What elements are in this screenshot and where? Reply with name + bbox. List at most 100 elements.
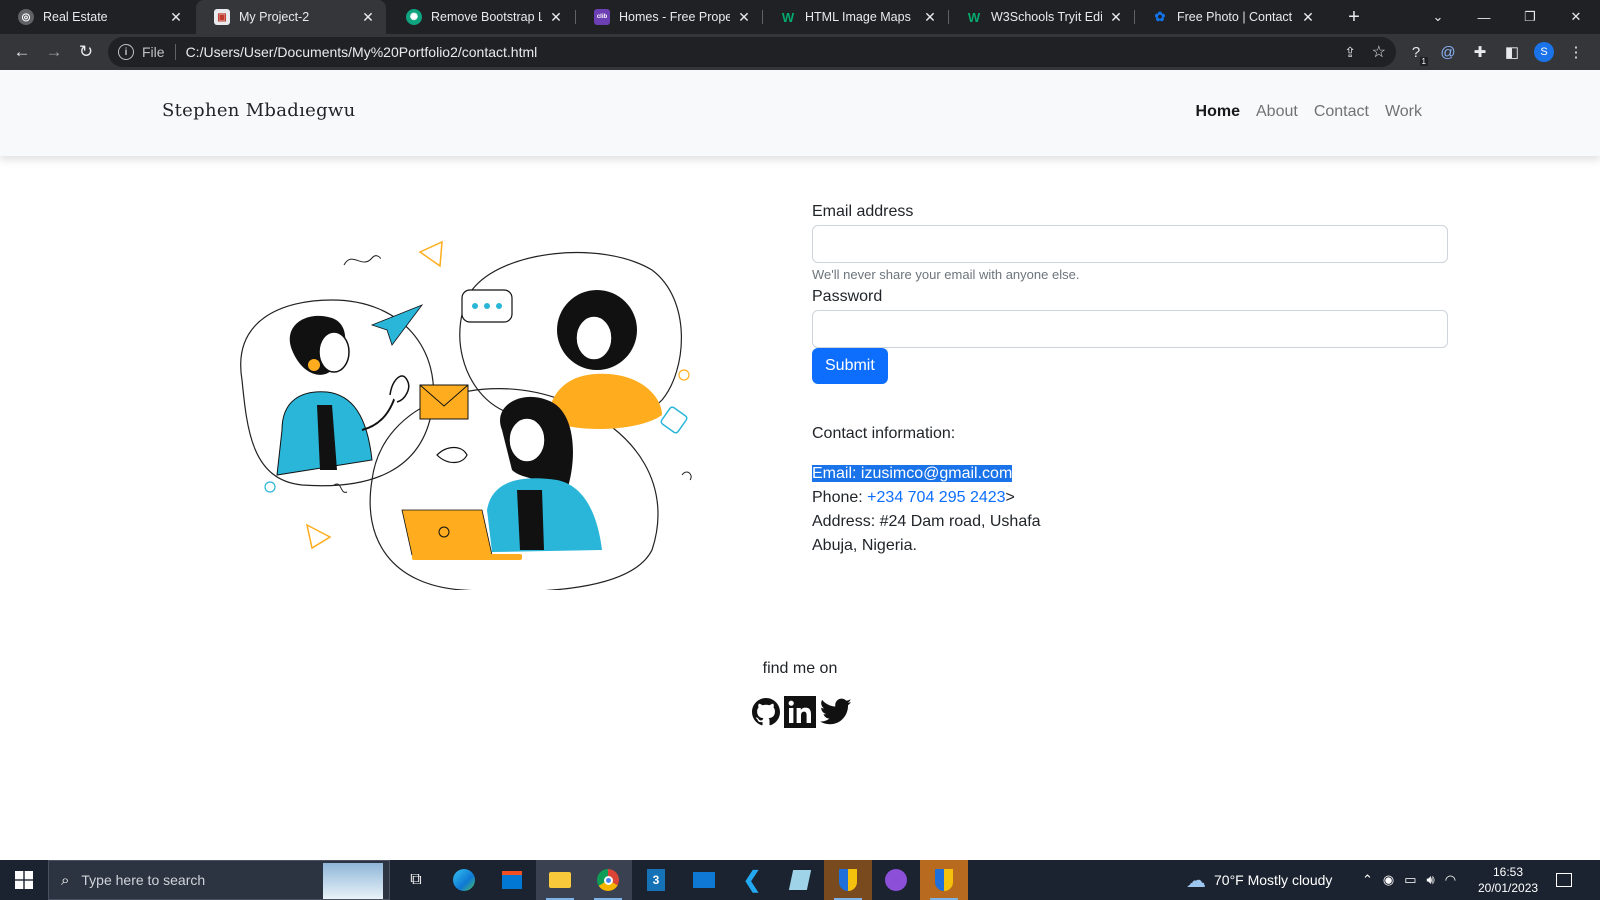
contact-heading: Contact information: — [812, 425, 956, 442]
restore-button[interactable]: ❐ — [1508, 0, 1552, 34]
close-icon[interactable]: ✕ — [1108, 9, 1124, 25]
share-icon[interactable]: ⇪ — [1344, 44, 1356, 61]
left-woman-earring — [308, 359, 320, 371]
site-brand[interactable]: Stephen Mbadıegwu — [162, 100, 356, 121]
tab-title: Remove Bootstrap List I — [431, 10, 542, 24]
diamond-shape — [660, 406, 688, 434]
close-icon[interactable]: ✕ — [922, 9, 938, 25]
tab-real-estate[interactable]: ◎ Real Estate ✕ — [0, 0, 194, 34]
forward-button[interactable]: → — [40, 38, 68, 66]
email-help-text: We'll never share your email with anyone… — [812, 267, 1080, 282]
css3-icon[interactable]: 3 — [632, 860, 680, 900]
info-icon[interactable]: i — [118, 44, 134, 60]
windows-logo-icon — [15, 871, 33, 889]
github-desktop-icon[interactable] — [872, 860, 920, 900]
close-icon[interactable]: ✕ — [548, 9, 564, 25]
clock-time: 16:53 — [1492, 865, 1524, 879]
address-bar[interactable]: i File C:/Users/User/Documents/My%20Port… — [108, 37, 1396, 67]
tab-remove-bootstrap[interactable]: ✺ Remove Bootstrap List I ✕ — [388, 0, 574, 34]
chrome-icon[interactable] — [584, 860, 632, 900]
reload-button[interactable]: ↻ — [72, 38, 100, 66]
more-menu-icon[interactable]: ⋮ — [1564, 40, 1588, 64]
left-woman-hand — [389, 375, 410, 403]
tab-title: W3Schools Tryit Editor — [991, 10, 1102, 24]
phone-label: Phone: — [812, 489, 863, 506]
back-button[interactable]: ← — [8, 38, 36, 66]
close-icon[interactable]: ✕ — [736, 9, 752, 25]
new-tab-button[interactable]: + — [1342, 5, 1366, 29]
extensions-puzzle-icon[interactable]: ✚ — [1468, 40, 1492, 64]
bookmark-star-icon[interactable]: ☆ — [1372, 42, 1386, 62]
security-shield-icon-2[interactable] — [920, 860, 968, 900]
tab-search-chevron-icon[interactable]: ⌄ — [1416, 0, 1460, 34]
tray-chevron-icon[interactable]: ⌃ — [1362, 872, 1373, 888]
windows-start-button[interactable] — [0, 860, 48, 900]
profile-avatar[interactable]: S — [1534, 42, 1554, 62]
tab-html-image-maps[interactable]: W HTML Image Maps ✕ — [762, 0, 948, 34]
meet-now-icon[interactable]: ◉ — [1383, 872, 1394, 888]
linkedin-icon[interactable] — [784, 696, 816, 728]
email-label: Email address — [812, 203, 914, 220]
security-shield-icon[interactable] — [824, 860, 872, 900]
address-line-1: Address: #24 Dam road, Ushafa — [812, 513, 1041, 530]
tab-homes-free-property[interactable]: clib Homes - Free Property ✕ — [576, 0, 762, 34]
close-icon[interactable]: ✕ — [1300, 9, 1316, 25]
taskbar-clock[interactable]: 16:53 20/01/2023 — [1478, 864, 1538, 896]
notifications-icon[interactable] — [1556, 860, 1572, 900]
nav-about[interactable]: About — [1256, 103, 1298, 121]
extension-help-icon[interactable]: ? 1 — [1404, 40, 1428, 66]
task-view-icon[interactable]: ⧉ — [392, 860, 440, 900]
paper-plane — [370, 304, 424, 346]
social-links — [752, 696, 852, 728]
right-woman-face — [575, 315, 613, 361]
at-sign-extension-icon[interactable]: @ — [1436, 40, 1460, 64]
vscode-icon[interactable]: ❮ — [728, 860, 776, 900]
wifi-icon[interactable]: ◠ — [1445, 872, 1456, 888]
side-panel-icon[interactable]: ◧ — [1500, 40, 1524, 64]
submit-button[interactable]: Submit — [812, 348, 888, 384]
close-window-button[interactable]: ✕ — [1554, 0, 1598, 34]
microsoft-store-icon[interactable] — [488, 860, 536, 900]
weather-widget[interactable]: ☁ 70°F Mostly cloudy — [1186, 860, 1332, 900]
file-explorer-icon[interactable] — [536, 860, 584, 900]
bottom-woman-hand — [436, 446, 468, 464]
password-label: Password — [812, 288, 883, 305]
tab-title: HTML Image Maps — [805, 10, 911, 24]
weather-text: 70°F Mostly cloudy — [1214, 872, 1333, 888]
github-icon[interactable] — [752, 698, 780, 726]
nav-work[interactable]: Work — [1385, 103, 1422, 121]
close-icon[interactable]: ✕ — [360, 9, 376, 25]
phone-link[interactable]: +234 704 295 2423 — [867, 489, 1005, 506]
volume-icon[interactable]: 🔊︎ — [1427, 872, 1435, 888]
circle-shape — [678, 369, 690, 381]
tab-free-photo-contact[interactable]: ✿ Free Photo | Contact re ✕ — [1134, 0, 1326, 34]
laptop — [401, 509, 493, 556]
nav-home[interactable]: Home — [1196, 103, 1240, 121]
battery-icon[interactable]: ▭ — [1404, 872, 1416, 888]
bottom-woman-face — [508, 417, 546, 463]
password-field[interactable] — [812, 310, 1448, 348]
nav-contact[interactable]: Contact — [1314, 103, 1369, 121]
penguins-search-highlight-icon — [323, 863, 383, 899]
notepad-icon[interactable] — [776, 860, 824, 900]
site-navbar: Stephen Mbadıegwu Home About Contact Wor… — [0, 70, 1600, 156]
close-icon[interactable]: ✕ — [168, 9, 184, 25]
edge-icon[interactable] — [440, 860, 488, 900]
squiggle — [343, 255, 381, 266]
triangle-shape-2 — [305, 523, 332, 550]
browser-toolbar: ← → ↻ i File C:/Users/User/Documents/My%… — [0, 34, 1600, 70]
phone-trailing: > — [1005, 489, 1015, 506]
taskbar-search-box[interactable]: ⌕ Type here to search — [48, 860, 390, 900]
tab-w3schools-tryit[interactable]: W W3Schools Tryit Editor ✕ — [948, 0, 1134, 34]
web-page: Stephen Mbadıegwu Home About Contact Wor… — [0, 70, 1600, 860]
system-tray: ⌃ ◉ ▭ 🔊︎ ◠ — [1362, 860, 1456, 900]
nav-links: Home About Contact Work — [1196, 103, 1422, 121]
tab-title: Homes - Free Property — [619, 10, 730, 24]
minimize-button[interactable]: — — [1462, 0, 1506, 34]
url-text[interactable]: C:/Users/User/Documents/My%20Portfolio2/… — [186, 44, 538, 60]
tab-my-project-2[interactable]: ▣ My Project-2 ✕ — [196, 0, 386, 34]
w3schools-icon: W — [967, 9, 981, 25]
email-field[interactable] — [812, 225, 1448, 263]
mail-icon[interactable] — [680, 860, 728, 900]
twitter-icon[interactable] — [820, 698, 852, 726]
